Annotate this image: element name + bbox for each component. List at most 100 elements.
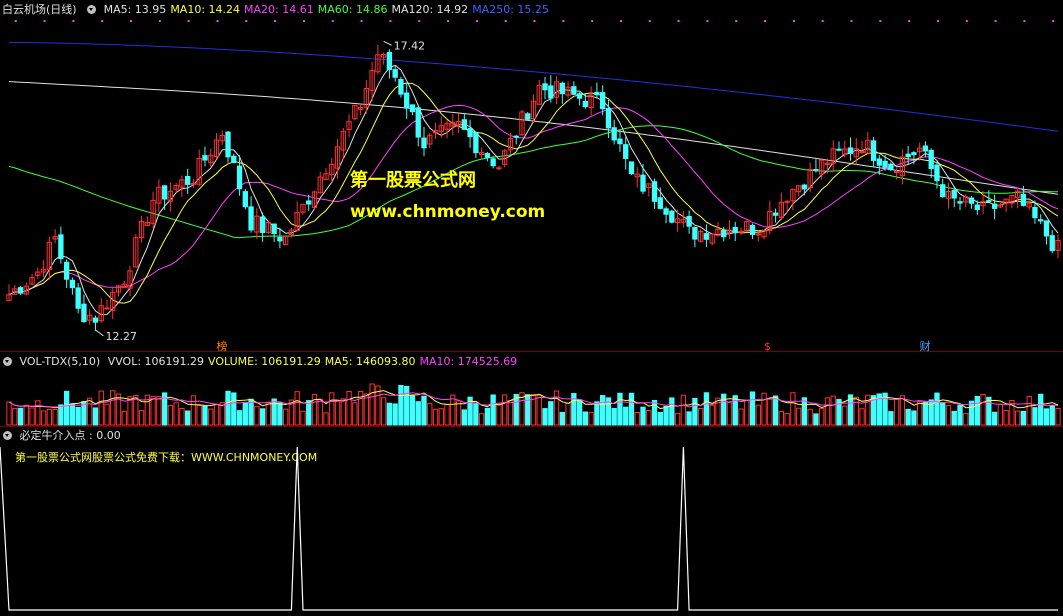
volume-bar-up	[963, 412, 969, 426]
signal-dot	[764, 20, 767, 22]
candle-down	[92, 317, 99, 323]
signal-dot	[879, 20, 882, 22]
volume-bar-down	[922, 401, 929, 426]
signal-dot	[504, 20, 507, 22]
volume-bar-up	[352, 402, 358, 426]
candle-down	[888, 163, 894, 171]
signal-dot	[447, 20, 450, 22]
volume-bar-down	[772, 395, 779, 426]
volume-bar-up	[744, 399, 750, 426]
candle-down	[576, 93, 583, 99]
candle-down	[461, 119, 467, 130]
signal-dot	[418, 20, 421, 22]
volume-bar-down	[749, 391, 756, 426]
volume-bar-down	[940, 402, 946, 426]
volume-bar-down	[1020, 410, 1027, 426]
candle-down	[951, 190, 957, 199]
candle-down	[600, 92, 606, 110]
volume-bar-up	[438, 408, 444, 426]
signal-dot	[130, 20, 133, 22]
volume-bar-up	[208, 408, 214, 426]
signal-dot	[792, 20, 795, 22]
signal-dot	[850, 20, 853, 22]
volume-bar-up	[150, 395, 156, 426]
volume-bar-up	[196, 405, 202, 426]
volume-bar-up	[790, 392, 796, 426]
volume-bar-down	[934, 392, 940, 426]
signal-dot	[1023, 20, 1026, 22]
volume-bar-down	[386, 402, 393, 426]
volume-bar-down	[17, 407, 24, 426]
candle-down	[306, 200, 312, 205]
volume-bar-up	[156, 396, 162, 426]
candle-down	[259, 216, 266, 233]
volume-bar-up	[899, 395, 906, 426]
candle-up	[738, 230, 744, 233]
candle-down	[801, 184, 808, 190]
signal-dot	[1052, 20, 1055, 22]
volume-bar-down	[306, 400, 312, 426]
volume-bar-down	[231, 392, 237, 426]
signal-dot	[533, 20, 536, 22]
candle-down	[692, 227, 698, 240]
volume-bar-up	[893, 398, 900, 426]
candle-down	[271, 223, 277, 235]
volume-bar-up	[536, 394, 542, 426]
volume-bar-up	[98, 390, 104, 426]
volume-bar-up	[300, 410, 306, 426]
candle-down	[968, 197, 975, 204]
candle-down	[225, 131, 231, 158]
volume-bar-up	[121, 410, 127, 426]
volume-bar-up	[104, 403, 110, 426]
candle-down	[651, 181, 658, 202]
signal-line	[0, 446, 1058, 611]
candle-up	[104, 307, 110, 310]
volume-bar-up	[6, 401, 12, 426]
volume-bar-down	[548, 401, 554, 426]
volume-bar-up	[52, 409, 58, 426]
candle-down	[548, 85, 554, 99]
volume-bar-down	[617, 392, 623, 426]
price-chart[interactable]: 17.42 12.27 榜 $ 财	[0, 0, 1063, 616]
volume-bar-up	[46, 409, 53, 426]
candle-down	[911, 152, 917, 156]
volume-bar-down	[657, 411, 663, 426]
signal-dot	[475, 20, 478, 22]
signal-dot	[648, 20, 651, 22]
event-marker: 财	[920, 339, 931, 353]
signal-dot	[936, 20, 939, 22]
volume-bar-up	[346, 390, 352, 426]
volume-bar-down	[974, 395, 980, 426]
volume-bar-up	[778, 410, 785, 426]
candle-down	[202, 155, 208, 161]
candle-down	[248, 206, 254, 231]
volume-bar-up	[553, 390, 560, 426]
candle-down	[421, 137, 427, 149]
candle-down	[17, 287, 24, 294]
volume-bar-up	[588, 411, 594, 426]
volume-bar-up	[282, 408, 289, 426]
candle-down	[940, 184, 946, 198]
volume-bar-down	[1049, 405, 1055, 426]
candle-down	[542, 83, 548, 91]
volume-bar-up	[294, 391, 300, 426]
volume-bar-up	[23, 404, 29, 426]
volume-bar-up	[819, 408, 825, 426]
volume-bar-up	[254, 406, 260, 426]
volume-bar-up	[507, 400, 514, 426]
volume-bar-up	[167, 404, 174, 426]
volume-bar-up	[213, 404, 220, 426]
volume-bar-down	[542, 408, 548, 426]
volume-bar-up	[980, 394, 986, 426]
volume-bar-down	[594, 401, 600, 426]
volume-bar-up	[842, 405, 848, 426]
volume-bar-up	[427, 402, 433, 426]
candle-down	[813, 169, 819, 172]
signal-dot	[562, 20, 565, 22]
volume-bar-up	[726, 402, 733, 426]
candle-down	[922, 145, 929, 152]
candle-down	[490, 158, 496, 167]
candle-down	[392, 69, 398, 78]
volume-bar-up	[317, 398, 323, 426]
volume-bar-down	[415, 401, 421, 426]
